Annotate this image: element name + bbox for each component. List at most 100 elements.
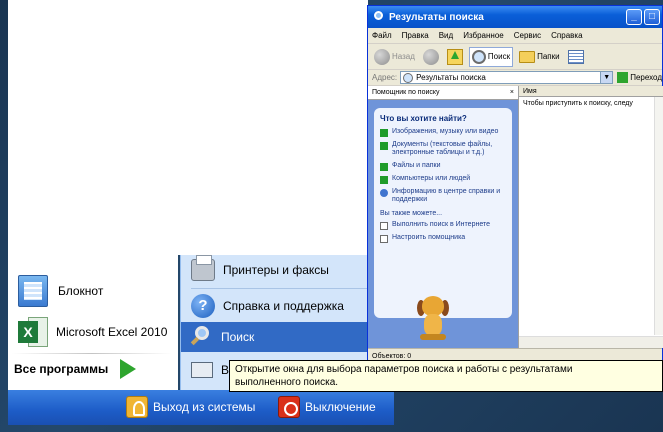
start-menu-left-panel: Блокнот X Microsoft Excel 2010 Все прогр… bbox=[8, 255, 178, 390]
pane-body: Что вы хотите найти? Изображения, музыку… bbox=[374, 108, 512, 318]
internet-icon bbox=[380, 221, 388, 230]
search-icon bbox=[471, 49, 486, 64]
go-label: Переход bbox=[630, 73, 662, 82]
address-bar: Адрес: Результаты поиска ▼ Переход bbox=[368, 70, 662, 86]
folder-icon bbox=[519, 50, 536, 63]
shutdown-button[interactable]: Выключение bbox=[278, 396, 376, 418]
option-computers[interactable]: Компьютеры или людей bbox=[380, 175, 506, 184]
info-icon bbox=[380, 188, 388, 197]
all-programs-button[interactable]: Все программы bbox=[14, 359, 137, 379]
maximize-button[interactable]: □ bbox=[644, 9, 660, 25]
back-arrow-icon bbox=[374, 48, 390, 65]
search-results-window: Результаты поиска _ □ Файл Правка Вид Из… bbox=[367, 5, 663, 364]
menu-tools[interactable]: Сервис bbox=[514, 31, 541, 40]
arrow-icon bbox=[380, 175, 388, 184]
start-menu: Блокнот X Microsoft Excel 2010 Все прогр… bbox=[8, 255, 394, 425]
notepad-label: Блокнот bbox=[58, 284, 104, 298]
vertical-scrollbar[interactable] bbox=[654, 97, 663, 335]
menu-file[interactable]: Файл bbox=[372, 31, 392, 40]
settings-icon bbox=[380, 234, 388, 243]
minimize-button[interactable]: _ bbox=[626, 9, 642, 25]
pane-header: Помощник по поиску × bbox=[368, 86, 518, 100]
help-icon: ? bbox=[191, 294, 215, 318]
option-label: Информацию в центре справки и поддержки bbox=[392, 187, 501, 204]
excel-label: Microsoft Excel 2010 bbox=[56, 325, 168, 339]
menu-favorites[interactable]: Избранное bbox=[463, 31, 504, 40]
back-button[interactable]: Назад bbox=[372, 47, 417, 67]
arrow-icon bbox=[380, 142, 388, 150]
folders-button[interactable]: Папки bbox=[517, 47, 562, 67]
forward-arrow-icon bbox=[422, 48, 439, 65]
search-item[interactable]: Поиск bbox=[181, 322, 381, 352]
views-button[interactable] bbox=[566, 47, 586, 67]
key-icon bbox=[126, 396, 148, 418]
option-files[interactable]: Файлы и папки bbox=[380, 162, 506, 171]
go-button[interactable]: Переход bbox=[617, 72, 662, 83]
arrow-icon bbox=[380, 162, 388, 171]
option-settings[interactable]: Настроить помощника bbox=[380, 234, 506, 243]
excel-item[interactable]: X Microsoft Excel 2010 bbox=[18, 317, 167, 347]
option-internet-search[interactable]: Выполнить поиск в Интернете bbox=[380, 221, 506, 230]
search-label: Поиск bbox=[221, 330, 255, 344]
search-icon bbox=[190, 326, 213, 348]
tooltip-line-2: выполненного поиска. bbox=[235, 376, 339, 388]
start-menu-footer: Выход из системы Выключение bbox=[8, 390, 394, 425]
printers-label: Принтеры и факсы bbox=[223, 263, 329, 277]
notepad-item[interactable]: Блокнот bbox=[18, 275, 103, 307]
logoff-label: Выход из системы bbox=[153, 400, 256, 414]
also-label: Вы также можете... bbox=[380, 209, 443, 217]
menu-view[interactable]: Вид bbox=[439, 31, 453, 40]
help-and-support-item[interactable]: ? Справка и поддержка bbox=[187, 291, 377, 321]
white-background bbox=[8, 0, 368, 255]
run-label: В bbox=[221, 363, 230, 377]
option-label: Выполнить поиск в Интернете bbox=[392, 220, 491, 228]
shutdown-label: Выключение bbox=[305, 400, 376, 414]
search-companion-pane: Помощник по поиску × Что вы хотите найти… bbox=[368, 86, 518, 348]
separator bbox=[12, 353, 172, 354]
option-label: Настроить помощника bbox=[392, 233, 466, 241]
folder-up-icon bbox=[446, 48, 463, 65]
window-title: Результаты поиска bbox=[389, 11, 484, 23]
pane-question: Что вы хотите найти? bbox=[380, 114, 467, 123]
option-media[interactable]: Изображения, музыку или видео bbox=[380, 128, 506, 137]
back-label: Назад bbox=[392, 52, 415, 61]
printers-and-faxes-item[interactable]: Принтеры и факсы bbox=[187, 255, 377, 285]
address-label: Адрес: bbox=[372, 73, 398, 82]
excel-icon: X bbox=[18, 317, 48, 347]
go-arrow-icon bbox=[617, 72, 629, 83]
close-icon[interactable]: × bbox=[510, 89, 514, 96]
toolbar-search-label: Поиск bbox=[487, 52, 511, 61]
toolbar: Назад Поиск Папки bbox=[368, 44, 662, 70]
results-list: Имя Чтобы приступить к поиску, следу bbox=[518, 86, 663, 348]
title-bar[interactable]: Результаты поиска _ □ bbox=[368, 6, 662, 28]
tooltip-line-1: Открытие окна для выбора параметров поис… bbox=[235, 364, 573, 375]
pane-title: Помощник по поиску bbox=[372, 89, 440, 96]
option-label: Компьютеры или людей bbox=[392, 174, 471, 182]
option-label: Изображения, музыку или видео bbox=[392, 128, 499, 135]
menu-help[interactable]: Справка bbox=[551, 31, 582, 40]
run-icon bbox=[191, 362, 213, 378]
option-documents[interactable]: Документы (текстовые файлы, электронные … bbox=[380, 141, 506, 158]
help-label: Справка и поддержка bbox=[223, 299, 344, 313]
arrow-right-icon bbox=[120, 359, 137, 379]
search-dog-icon[interactable] bbox=[412, 296, 452, 342]
toolbar-search-button[interactable]: Поиск bbox=[468, 46, 514, 67]
menu-bar: Файл Правка Вид Избранное Сервис Справка bbox=[368, 28, 662, 44]
horizontal-scrollbar[interactable] bbox=[519, 336, 663, 348]
logoff-button[interactable]: Выход из системы bbox=[126, 396, 255, 418]
all-programs-label: Все программы bbox=[14, 362, 109, 376]
option-help-center[interactable]: Информацию в центре справки и поддержки bbox=[380, 188, 506, 205]
folders-label: Папки bbox=[537, 52, 560, 61]
forward-button[interactable] bbox=[421, 47, 441, 67]
up-button[interactable] bbox=[445, 47, 465, 67]
address-input[interactable]: Результаты поиска ▼ bbox=[400, 71, 614, 84]
results-message: Чтобы приступить к поиску, следу bbox=[523, 100, 633, 107]
chevron-down-icon[interactable]: ▼ bbox=[600, 72, 613, 83]
search-icon bbox=[403, 72, 414, 83]
views-icon bbox=[567, 49, 584, 64]
menu-edit[interactable]: Правка bbox=[402, 31, 429, 40]
column-header-name[interactable]: Имя bbox=[519, 86, 663, 97]
printer-icon bbox=[191, 255, 215, 281]
search-tooltip: Открытие окна для выбора параметров поис… bbox=[229, 360, 663, 392]
search-icon bbox=[372, 10, 385, 24]
